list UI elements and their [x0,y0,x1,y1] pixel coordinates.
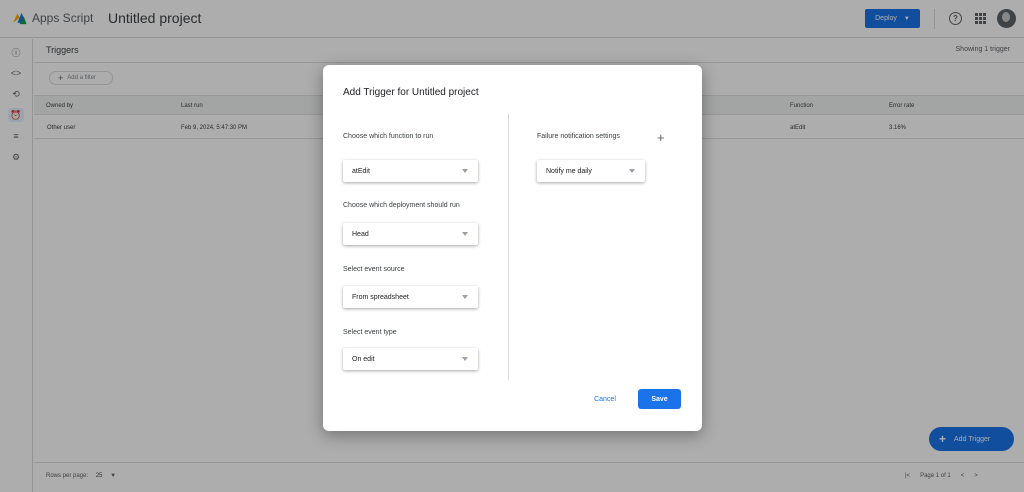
event-source-select[interactable]: From spreadsheet [343,286,478,308]
dialog-title: Add Trigger for Untitled project [343,87,479,98]
event-type-label: Select event type [343,329,397,336]
event-source-label: Select event source [343,266,405,273]
dropdown-arrow-icon [629,169,635,173]
event-source-value: From spreadsheet [352,293,409,301]
function-value: atEdit [352,167,370,175]
save-button[interactable]: Save [638,389,681,409]
failure-notification-select[interactable]: Notify me daily [537,160,645,182]
cancel-button[interactable]: Cancel [585,390,625,408]
add-notification-icon[interactable]: + [657,131,665,144]
dialog-column-divider [508,114,509,380]
dropdown-arrow-icon [462,232,468,236]
dropdown-arrow-icon [462,169,468,173]
event-type-select[interactable]: On edit [343,348,478,370]
deployment-select[interactable]: Head [343,223,478,245]
function-label: Choose which function to run [343,133,434,140]
function-select[interactable]: atEdit [343,160,478,182]
failure-notification-label: Failure notification settings [537,133,620,140]
deployment-label: Choose which deployment should run [343,202,460,209]
failure-notification-value: Notify me daily [546,167,592,175]
event-type-value: On edit [352,355,375,363]
dropdown-arrow-icon [462,357,468,361]
add-trigger-dialog: Add Trigger for Untitled project Choose … [323,65,702,431]
deployment-value: Head [352,230,369,238]
dropdown-arrow-icon [462,295,468,299]
